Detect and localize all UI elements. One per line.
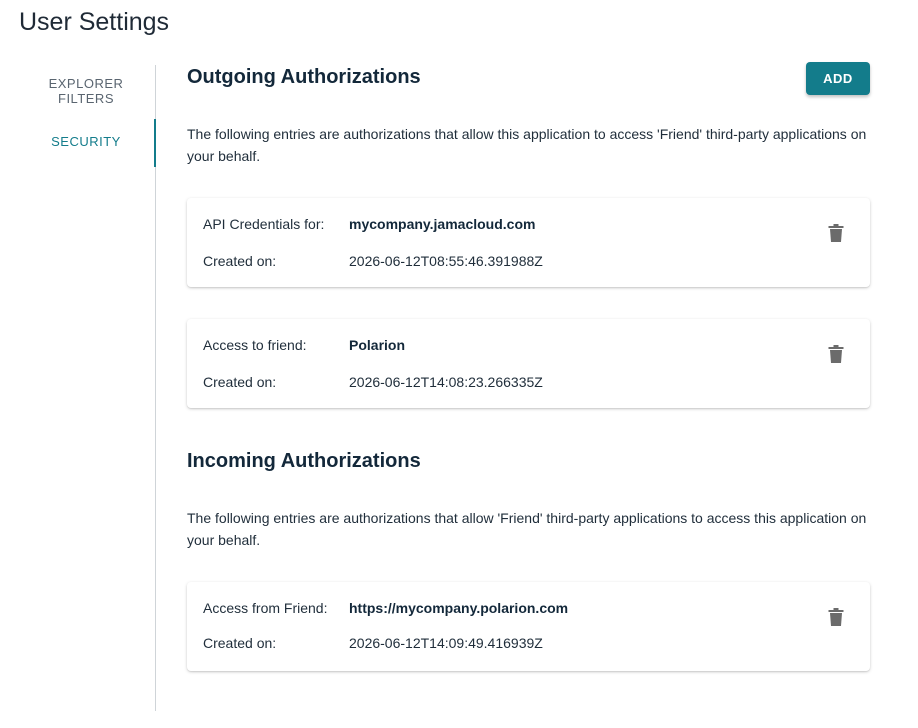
incoming-authorization-card: Access from Friend: https://mycompany.po…: [187, 582, 870, 671]
tab-explorer-filters[interactable]: EXPLORER FILTERS: [20, 76, 152, 106]
trash-icon[interactable]: [828, 345, 844, 363]
authorization-value: https://mycompany.polarion.com: [349, 600, 569, 616]
tab-security[interactable]: SECURITY: [20, 119, 156, 167]
trash-icon[interactable]: [828, 608, 844, 626]
active-tab-indicator: [154, 119, 156, 167]
authorization-value: mycompany.jamacloud.com: [349, 216, 536, 232]
created-value: 2026-06-12T08:55:46.391988Z: [349, 253, 543, 269]
authorization-label: API Credentials for:: [203, 216, 325, 232]
add-button[interactable]: ADD: [806, 62, 870, 95]
created-value: 2026-06-12T14:08:23.266335Z: [349, 374, 543, 390]
outgoing-authorization-card: Access to friend: Polarion Created on: 2…: [187, 319, 870, 408]
trash-icon[interactable]: [828, 224, 844, 242]
authorization-value: Polarion: [349, 337, 406, 353]
outgoing-authorization-card: API Credentials for: mycompany.jamacloud…: [187, 198, 870, 287]
page-title: User Settings: [19, 8, 170, 36]
incoming-section-title: Incoming Authorizations: [187, 450, 421, 472]
created-value: 2026-06-12T14:09:49.416939Z: [349, 635, 543, 651]
outgoing-description: The following entries are authorizations…: [187, 126, 867, 164]
authorization-label: Access to friend:: [203, 337, 307, 353]
authorization-label: Access from Friend:: [203, 600, 328, 616]
created-label: Created on:: [203, 635, 277, 651]
created-label: Created on:: [203, 374, 277, 390]
outgoing-section-title: Outgoing Authorizations: [187, 66, 421, 88]
tab-security-label: SECURITY: [51, 134, 121, 149]
incoming-description: The following entries are authorizations…: [187, 510, 867, 548]
settings-tabs: EXPLORER FILTERS SECURITY: [20, 65, 156, 711]
created-label: Created on:: [203, 253, 277, 269]
